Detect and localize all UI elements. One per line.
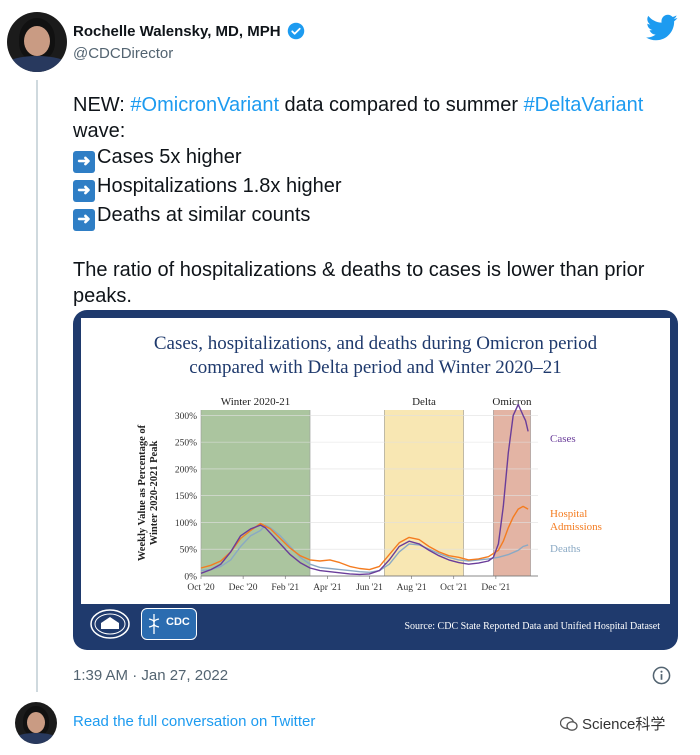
bullet-cases: Cases 5x higher bbox=[97, 146, 242, 168]
x-tick-label: Oct '20 bbox=[187, 583, 215, 593]
y-tick-label: 100% bbox=[175, 519, 197, 529]
chart-svg: Winter 2020-21 Delta Omicron 0% 50% 100% 150% 2… bbox=[137, 396, 602, 593]
hashtag-omicron-link[interactable]: #OmicronVariant bbox=[130, 94, 279, 116]
x-tick-label: Dec '21 bbox=[481, 583, 510, 593]
wechat-icon bbox=[560, 716, 578, 731]
tweet-text: NEW: #OmicronVariant data compared to su… bbox=[73, 92, 678, 309]
x-tick-label: Dec '20 bbox=[229, 583, 258, 593]
author-name[interactable]: Rochelle Walensky, MD, MPH bbox=[73, 23, 281, 40]
author-handle[interactable]: @CDCDirector bbox=[73, 45, 173, 62]
tweet-text-segment: data compared to summer bbox=[279, 94, 524, 116]
watermark: Science科学 bbox=[560, 713, 665, 734]
read-full-conversation-link[interactable]: Read the full conversation on Twitter bbox=[73, 713, 315, 730]
author-avatar[interactable] bbox=[7, 12, 67, 72]
twitter-bird-icon[interactable] bbox=[646, 14, 678, 42]
period-band-2 bbox=[493, 410, 531, 576]
right-arrow-emoji-icon: ➜ bbox=[73, 151, 95, 173]
y-tick-label: 300% bbox=[175, 412, 197, 422]
series-label-cases: Cases bbox=[550, 433, 576, 445]
tweet-timestamp[interactable]: 1:39 AM · Jan 27, 2022 bbox=[73, 667, 228, 684]
cdc-logo-text: CDC bbox=[166, 616, 190, 628]
y-tick-label: 250% bbox=[175, 439, 197, 449]
chart-card: Cases, hospitalizations, and deaths duri… bbox=[81, 318, 670, 604]
hhs-eagle-logo-icon bbox=[90, 609, 130, 639]
y-tick-label: 150% bbox=[175, 492, 197, 502]
period-label-0: Winter 2020-21 bbox=[221, 396, 291, 408]
watermark-text: Science科学 bbox=[582, 716, 666, 733]
chart-source: Source: CDC State Reported Data and Unif… bbox=[404, 621, 661, 632]
y-tick-label: 50% bbox=[180, 546, 198, 556]
author-name-row[interactable]: Rochelle Walensky, MD, MPH bbox=[73, 22, 305, 40]
period-label-1: Delta bbox=[412, 396, 436, 408]
x-tick-label: Apr '21 bbox=[313, 583, 342, 593]
y-axis-label-line: Weekly Value as Percentage of bbox=[137, 424, 148, 561]
reply-avatar[interactable] bbox=[15, 702, 57, 744]
thread-line bbox=[36, 80, 38, 692]
y-tick-label: 0% bbox=[184, 573, 197, 583]
bullet-deaths: Deaths at similar counts bbox=[97, 204, 311, 226]
right-arrow-emoji-icon: ➜ bbox=[73, 180, 95, 202]
verified-badge-icon bbox=[287, 22, 304, 40]
x-tick-label: Feb '21 bbox=[271, 583, 299, 593]
right-arrow-emoji-icon: ➜ bbox=[73, 209, 95, 231]
info-icon[interactable] bbox=[652, 666, 671, 685]
cdc-logo-badge: CDC bbox=[141, 608, 197, 640]
y-axis-label-line: Winter 2020-2021 Peak bbox=[149, 441, 160, 546]
x-tick-label: Aug '21 bbox=[397, 583, 427, 593]
bullet-hospitalizations: Hospitalizations 1.8x higher bbox=[97, 175, 342, 197]
x-tick-label: Jun '21 bbox=[356, 583, 383, 593]
hashtag-delta-link[interactable]: #DeltaVariant bbox=[524, 94, 644, 116]
series-label-hospital: Admissions bbox=[550, 521, 602, 533]
tweet-text-segment: NEW: bbox=[73, 94, 131, 116]
series-label-deaths: Deaths bbox=[550, 543, 581, 555]
tweet-text-segment: wave: bbox=[73, 120, 126, 142]
period-label-2: Omicron bbox=[492, 396, 532, 408]
tweet-media-image[interactable]: Cases, hospitalizations, and deaths duri… bbox=[73, 310, 678, 650]
y-axis-label: Weekly Value as Percentage of Winter 2020… bbox=[137, 424, 160, 561]
series-label-hospital: Hospital bbox=[550, 508, 587, 520]
tweet-closing: The ratio of hospitalizations & deaths t… bbox=[73, 259, 645, 307]
y-tick-label: 200% bbox=[175, 465, 197, 475]
caduceus-icon bbox=[148, 614, 160, 634]
x-tick-label: Oct '21 bbox=[440, 583, 468, 593]
